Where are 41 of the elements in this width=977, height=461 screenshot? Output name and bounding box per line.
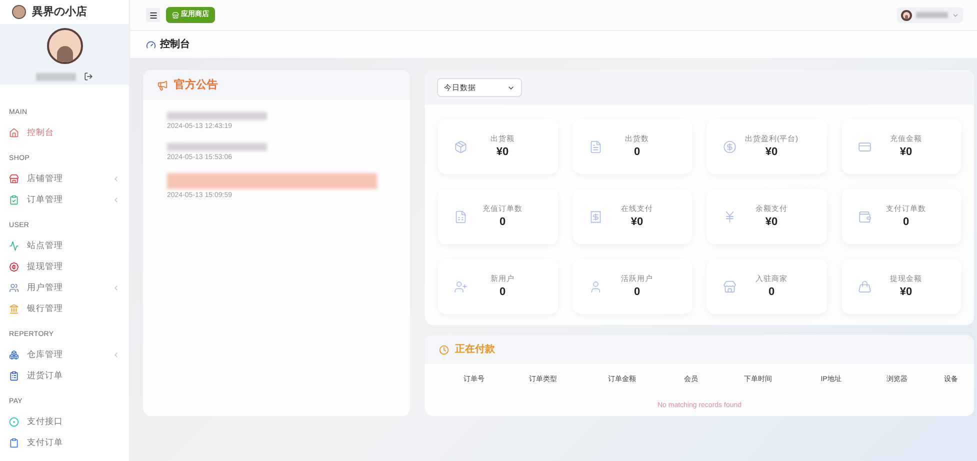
stat-value: ¥0: [630, 214, 644, 230]
megaphone-icon: [157, 80, 168, 90]
card-title: 官方公告: [174, 78, 218, 93]
stat-value: 0: [632, 144, 642, 160]
nav-item[interactable]: 银行管理: [0, 298, 129, 319]
card-title: 正在付款: [455, 342, 495, 357]
stat-value: ¥0: [898, 144, 914, 160]
nav-item[interactable]: 站点管理: [0, 235, 129, 256]
nav-item[interactable]: 提现管理: [0, 256, 129, 277]
dashboard-icon: [146, 40, 156, 50]
store-icon: [172, 12, 179, 18]
stat-value: 0: [498, 284, 507, 300]
page-title: 控制台: [160, 38, 190, 52]
menu-button[interactable]: [146, 8, 160, 22]
stat-value: 0: [767, 284, 776, 300]
logout-icon[interactable]: [84, 72, 93, 82]
stat-value: ¥0: [764, 144, 779, 160]
user-avatar-icon: [901, 10, 912, 20]
blurred-username: [36, 72, 76, 81]
nav-item[interactable]: 订单管理: [0, 189, 129, 210]
menu-icon: [148, 10, 158, 20]
stat-value: 0: [632, 284, 642, 300]
nav-item[interactable]: 进货订单: [0, 365, 129, 386]
nav-item[interactable]: 仓库管理: [0, 344, 129, 365]
user-menu-button[interactable]: [897, 7, 963, 23]
blurred-username: [916, 12, 948, 18]
avatar-icon: [46, 28, 82, 64]
logo-icon: [12, 5, 26, 20]
nav-item[interactable]: 支付订单: [0, 432, 129, 453]
stat-value: 0: [498, 214, 507, 230]
nav-item[interactable]: 控制台: [0, 122, 129, 143]
stat-value: ¥0: [898, 284, 914, 300]
nav-item[interactable]: 店铺管理: [0, 168, 129, 189]
stat-value: ¥0: [495, 144, 510, 160]
clock-icon: [439, 344, 449, 354]
stat-value: ¥0: [764, 214, 779, 230]
nav-item[interactable]: 支付接口: [0, 411, 129, 432]
caret-icon: [952, 12, 959, 18]
nav-item[interactable]: 用户管理: [0, 277, 129, 298]
brand-title: 異界の小店: [32, 4, 87, 20]
stat-value: 0: [902, 214, 910, 230]
